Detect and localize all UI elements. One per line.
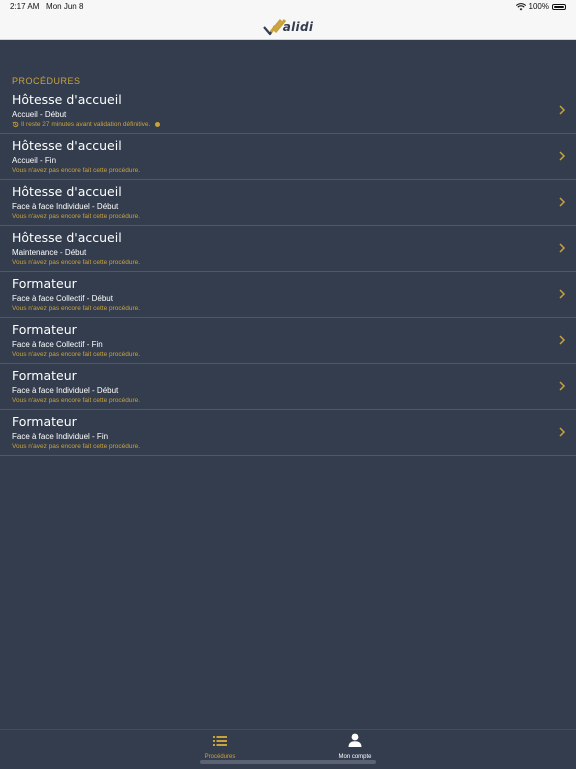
status-bar: 2:17 AM Mon Jun 8 100%: [0, 0, 576, 14]
wifi-icon: [515, 3, 526, 11]
procedure-title: Hôtesse d'accueil: [12, 92, 122, 107]
chevron-right-icon: [559, 335, 566, 345]
procedure-row[interactable]: Hôtesse d'accueil Accueil - Début Il res…: [0, 88, 576, 134]
chevron-right-icon: [559, 243, 566, 253]
procedure-row[interactable]: Hôtesse d'accueil Face à face Individuel…: [0, 180, 576, 226]
procedure-title: Hôtesse d'accueil: [12, 138, 122, 153]
logo-text: alidi: [282, 19, 314, 34]
procedure-status-text: Vous n'avez pas encore fait cette procéd…: [12, 259, 141, 266]
procedure-title: Formateur: [12, 414, 77, 429]
chevron-right-icon: [559, 289, 566, 299]
procedure-row[interactable]: Hôtesse d'accueil Maintenance - Début Vo…: [0, 226, 576, 272]
battery-icon: [552, 4, 566, 10]
procedures-list: PROCÉDURES Hôtesse d'accueil Accueil - D…: [0, 40, 576, 456]
procedure-row[interactable]: Formateur Face à face Individuel - Fin V…: [0, 410, 576, 456]
procedure-subtitle: Face à face Collectif - Début: [12, 294, 113, 303]
procedure-title: Hôtesse d'accueil: [12, 184, 122, 199]
status-right: 100%: [515, 0, 566, 14]
procedure-status: Il reste 27 minutes avant validation déf…: [12, 121, 161, 128]
chevron-right-icon: [559, 381, 566, 391]
procedure-title: Formateur: [12, 368, 77, 383]
procedure-title: Formateur: [12, 276, 77, 291]
procedure-status-text: Vous n'avez pas encore fait cette procéd…: [12, 351, 141, 358]
chevron-right-icon: [559, 197, 566, 207]
app-logo: alidi: [262, 14, 314, 39]
procedure-subtitle: Face à face Individuel - Début: [12, 386, 119, 395]
chevron-right-icon: [559, 427, 566, 437]
procedure-status-text: Il reste 27 minutes avant validation déf…: [21, 121, 151, 128]
section-title: PROCÉDURES: [12, 76, 81, 86]
procedure-status-text: Vous n'avez pas encore fait cette procéd…: [12, 397, 141, 404]
procedure-title: Hôtesse d'accueil: [12, 230, 122, 245]
procedure-subtitle: Accueil - Fin: [12, 156, 57, 165]
procedure-row[interactable]: Formateur Face à face Individuel - Début…: [0, 364, 576, 410]
user-icon: [348, 733, 362, 747]
tab-procedures[interactable]: Procédures: [180, 733, 260, 761]
chevron-right-icon: [559, 151, 566, 161]
procedure-subtitle: Face à face Individuel - Début: [12, 202, 119, 211]
home-indicator: [200, 760, 376, 764]
procedure-row[interactable]: Formateur Face à face Collectif - Début …: [0, 272, 576, 318]
procedure-status-text: Vous n'avez pas encore fait cette procéd…: [12, 443, 141, 450]
procedure-row[interactable]: Formateur Face à face Collectif - Fin Vo…: [0, 318, 576, 364]
procedure-title: Formateur: [12, 322, 77, 337]
procedure-subtitle: Maintenance - Début: [12, 248, 87, 257]
history-icon: [12, 121, 19, 128]
procedure-subtitle: Face à face Individuel - Fin: [12, 432, 109, 441]
list-icon: [213, 736, 227, 746]
procedure-subtitle: Face à face Collectif - Fin: [12, 340, 103, 349]
procedure-subtitle: Accueil - Début: [12, 110, 67, 119]
procedure-status-text: Vous n'avez pas encore fait cette procéd…: [12, 305, 141, 312]
procedure-status-text: Vous n'avez pas encore fait cette procéd…: [12, 213, 141, 220]
status-time: 2:17 AM Mon Jun 8: [10, 2, 84, 11]
battery-percent: 100%: [528, 2, 549, 11]
procedure-status-text: Vous n'avez pas encore fait cette procéd…: [12, 167, 141, 174]
pending-dot-icon: [155, 122, 161, 127]
procedure-row[interactable]: Hôtesse d'accueil Accueil - Fin Vous n'a…: [0, 134, 576, 180]
nav-bar: alidi: [0, 14, 576, 40]
chevron-right-icon: [559, 105, 566, 115]
tab-account[interactable]: Mon compte: [315, 733, 395, 761]
